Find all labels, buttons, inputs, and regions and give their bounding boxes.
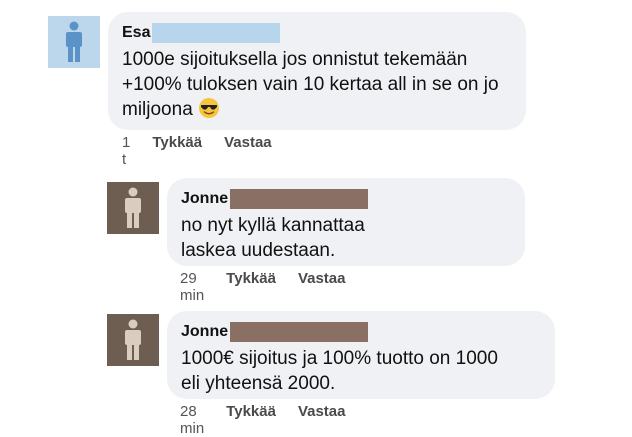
comment-text: 1000e sijoituksella jos onnistut tekemää… (122, 49, 499, 120)
comment-time[interactable]: 29 min (180, 270, 204, 304)
like-button[interactable]: Tykkää (226, 403, 276, 437)
avatar[interactable] (107, 314, 159, 366)
avatar[interactable] (107, 182, 159, 234)
author-name[interactable]: Esa (122, 24, 150, 42)
reply-button[interactable]: Vastaa (298, 270, 346, 304)
comment-bubble: Esa 1000e sijoituksella jos onnistut tek… (108, 12, 526, 130)
author-name[interactable]: Jonne (181, 323, 228, 341)
sunglasses-emoji-icon (199, 98, 220, 118)
like-button[interactable]: Tykkää (152, 134, 202, 168)
comment-bubble: Jonne no nyt kyllä kannattaa laskea uude… (167, 178, 525, 266)
redacted-name-block (230, 189, 369, 209)
person-icon (66, 21, 82, 62)
redacted-name-block (152, 23, 281, 43)
comment-time[interactable]: 28 min (180, 403, 204, 437)
like-button[interactable]: Tykkää (226, 270, 276, 304)
comment-text: 1000€ sijoitus ja 100% tuotto on 1000 el… (181, 348, 498, 394)
comment-actions: 29 min Tykkää Vastaa (180, 270, 345, 304)
comment-text: no nyt kyllä kannattaa laskea uudestaan. (181, 215, 365, 261)
comment-bubble: Jonne 1000€ sijoitus ja 100% tuotto on 1… (167, 311, 555, 399)
comment-time[interactable]: 1 t (122, 134, 130, 168)
comment-actions: 28 min Tykkää Vastaa (180, 403, 345, 437)
person-icon (125, 187, 141, 228)
avatar[interactable] (48, 16, 100, 68)
person-icon (125, 319, 141, 360)
author-name[interactable]: Jonne (181, 190, 228, 208)
comment-actions: 1 t Tykkää Vastaa (122, 134, 272, 168)
redacted-name-block (230, 322, 369, 342)
reply-button[interactable]: Vastaa (298, 403, 346, 437)
reply-button[interactable]: Vastaa (224, 134, 272, 168)
